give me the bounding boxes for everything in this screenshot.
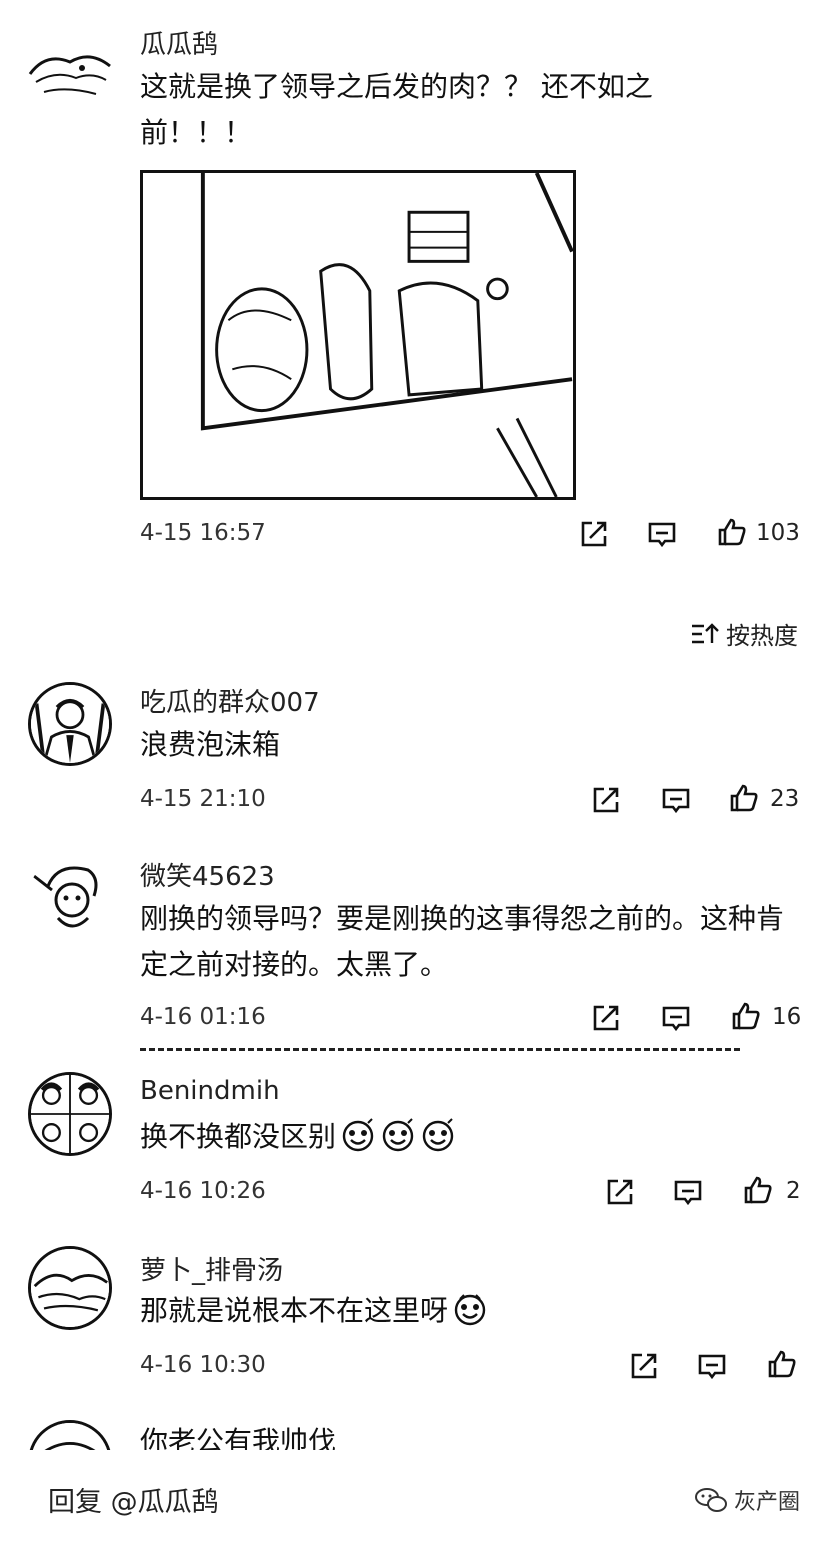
share-icon[interactable] — [590, 1002, 622, 1034]
thumbs-up-icon[interactable] — [742, 1174, 774, 1206]
comment-icon[interactable] — [660, 784, 692, 816]
post-photo[interactable] — [140, 170, 576, 500]
comment-icon[interactable] — [696, 1350, 728, 1382]
avatar[interactable] — [28, 856, 112, 940]
comment-icon[interactable] — [660, 1002, 692, 1034]
avatar[interactable] — [26, 22, 112, 108]
share-icon[interactable] — [578, 518, 610, 550]
comment-icon[interactable] — [672, 1176, 704, 1208]
post-text: 这就是换了领导之后发的肉？？ 还不如之前！！！ — [140, 70, 653, 149]
share-icon[interactable] — [604, 1176, 636, 1208]
avatar-image — [28, 55, 111, 95]
sort-label: 按热度 — [726, 622, 798, 650]
post-photo-image — [143, 173, 573, 497]
comment-like-count: 16 — [772, 1004, 802, 1030]
comment-author-name[interactable]: 萝卜_排骨汤 — [140, 1250, 283, 1287]
share-icon[interactable] — [590, 784, 622, 816]
avatar-image — [31, 1075, 109, 1153]
avatar-image — [31, 1249, 109, 1327]
watermark-text: 灰产圈 — [733, 1490, 800, 1515]
smile-emoji-icon — [420, 1117, 456, 1153]
comment-text: 那就是说根本不在这里呀 — [140, 1294, 449, 1327]
comment-timestamp: 4-16 10:26 — [140, 1178, 266, 1204]
comment-author-name[interactable]: Benindmih — [140, 1076, 280, 1106]
comment-text: 换不换都没区别 — [140, 1120, 337, 1153]
watermark: 灰产圈 — [694, 1484, 800, 1516]
comment-text-row: 那就是说根本不在这里呀 — [140, 1288, 780, 1334]
comment-author-name[interactable]: 微笑45623 — [140, 856, 275, 893]
comment-like-count: 23 — [770, 786, 800, 812]
comment-timestamp: 4-16 01:16 — [140, 1004, 266, 1030]
comment-timestamp: 4-15 21:10 — [140, 786, 266, 812]
avatar-image — [33, 866, 98, 928]
post-like-count: 103 — [756, 520, 800, 546]
smile-emoji-icon — [340, 1117, 376, 1153]
comment-author-name[interactable]: 吃瓜的群众007 — [140, 682, 320, 719]
avatar[interactable] — [28, 1246, 112, 1330]
avatar[interactable] — [28, 682, 112, 766]
wechat-icon — [694, 1486, 728, 1514]
comment-icon[interactable] — [646, 518, 678, 550]
comment-text: 浪费泡沫箱 — [140, 728, 281, 761]
avatar[interactable] — [28, 1072, 112, 1156]
share-icon[interactable] — [628, 1350, 660, 1382]
thumbs-up-icon[interactable] — [766, 1348, 798, 1380]
thumbs-up-icon[interactable] — [716, 516, 748, 548]
thumbs-up-icon[interactable] — [728, 782, 760, 814]
comment-text: 刚换的领导吗？要是刚换的这事得怨之前的。这种肯定之前对接的。太黑了。 — [140, 902, 785, 981]
avatar-image — [31, 685, 109, 763]
smile-emoji-icon — [380, 1117, 416, 1153]
reply-bar[interactable]: 回复 @瓜瓜鸹 灰产圈 — [0, 1450, 828, 1541]
comment-timestamp: 4-16 10:30 — [140, 1352, 266, 1378]
sort-icon — [690, 621, 720, 647]
comment-like-count: 2 — [786, 1178, 801, 1204]
sort-toggle[interactable]: 按热度 — [690, 616, 798, 651]
post-timestamp: 4-15 16:57 — [140, 520, 266, 546]
section-divider — [140, 1048, 740, 1051]
thumbs-up-icon[interactable] — [730, 1000, 762, 1032]
post-author-name[interactable]: 瓜瓜鸹 — [140, 24, 218, 61]
smile-emoji-icon — [452, 1291, 488, 1327]
reply-input[interactable]: 回复 @瓜瓜鸹 — [48, 1480, 219, 1519]
comment-text-row: 换不换都没区别 — [140, 1114, 780, 1160]
